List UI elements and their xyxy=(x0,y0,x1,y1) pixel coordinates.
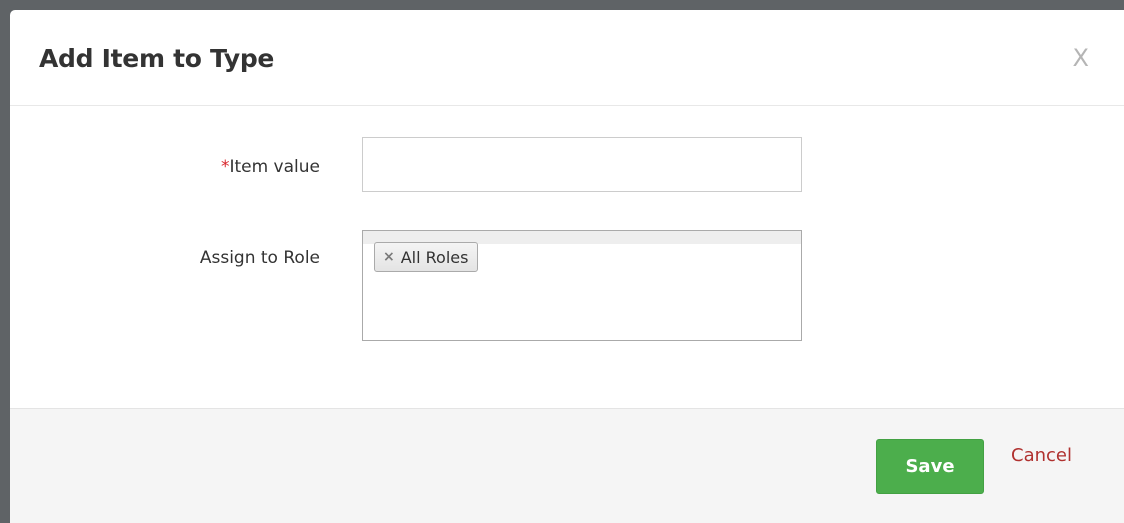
item-value-input[interactable] xyxy=(362,137,802,192)
assign-role-label: Assign to Role xyxy=(199,248,320,268)
dialog-footer: Save Cancel xyxy=(10,408,1124,523)
role-chip-label: All Roles xyxy=(400,247,469,267)
add-item-dialog: Add Item to Type X *Item value Assign to… xyxy=(10,10,1124,523)
cancel-link[interactable]: Cancel xyxy=(1011,444,1072,468)
role-multiselect[interactable]: × All Roles xyxy=(362,230,802,341)
dialog-title: Add Item to Type xyxy=(39,44,275,73)
dialog-header: Add Item to Type X xyxy=(10,10,1124,106)
item-value-label: *Item value xyxy=(20,155,320,179)
save-button[interactable]: Save xyxy=(876,439,984,494)
item-value-label-text: Item value xyxy=(229,157,320,177)
role-chip: × All Roles xyxy=(374,242,479,272)
close-icon[interactable]: X xyxy=(1073,44,1089,72)
remove-chip-icon[interactable]: × xyxy=(383,250,395,264)
